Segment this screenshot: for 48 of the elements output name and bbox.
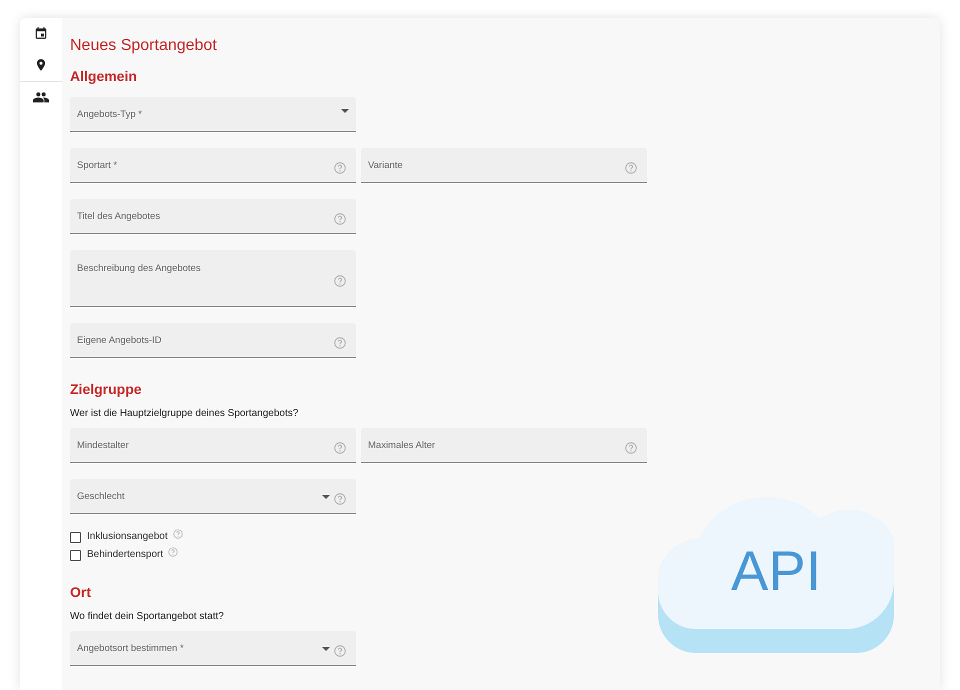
field-label: Variante <box>368 160 403 171</box>
section-heading: Ort <box>70 583 92 601</box>
checkbox[interactable] <box>70 550 81 560</box>
select-field[interactable]: Angebotsort bestimmen * <box>70 631 356 666</box>
people-icon[interactable] <box>33 91 49 103</box>
input-field[interactable]: Titel des Angebotes <box>70 199 356 234</box>
section-heading: Zielgruppe <box>70 380 143 398</box>
api-label: API <box>731 543 822 599</box>
field-label: Maximales Alter <box>368 440 436 451</box>
help-icon[interactable] <box>334 162 346 174</box>
input-field[interactable]: Sportart * <box>70 148 356 183</box>
input-field[interactable]: Variante <box>361 148 647 183</box>
dropdown-caret-icon[interactable] <box>341 109 349 113</box>
help-icon[interactable] <box>625 162 637 174</box>
field-label: Mindestalter <box>77 440 129 451</box>
help-icon[interactable] <box>625 442 637 454</box>
help-icon[interactable] <box>168 547 178 557</box>
field-label: Geschlecht <box>77 491 125 502</box>
help-icon[interactable] <box>334 645 346 657</box>
field-label: Eigene Angebots-ID <box>77 335 162 346</box>
section-heading: Allgemein <box>70 67 138 85</box>
help-icon[interactable] <box>334 275 346 287</box>
field-label: Angebots-Typ * <box>77 109 142 120</box>
textarea-field[interactable]: Beschreibung des Angebotes <box>70 250 356 307</box>
input-field[interactable]: Mindestalter <box>70 428 356 463</box>
dropdown-caret-icon[interactable] <box>322 495 330 499</box>
input-field[interactable]: Eigene Angebots-ID <box>70 323 356 358</box>
select-field[interactable]: Angebots-Typ * <box>70 97 356 132</box>
field-label: Titel des Angebotes <box>77 211 160 222</box>
help-icon[interactable] <box>334 337 346 349</box>
location-pin-icon[interactable] <box>34 58 48 72</box>
input-field[interactable]: Maximales Alter <box>361 428 647 463</box>
section-prompt: Wo findet dein Sportangebot statt? <box>70 611 225 623</box>
checkbox-label: Behindertensport <box>87 549 164 561</box>
field-label: Sportart * <box>77 160 118 171</box>
form-title: Neues Sportangebot <box>70 36 218 56</box>
section-prompt: Wer ist die Hauptzielgruppe deines Sportangebots? <box>70 408 300 420</box>
field-label: Angebotsort bestimmen * <box>77 643 184 654</box>
checkbox[interactable] <box>70 532 81 542</box>
field-label: Beschreibung des Angebotes <box>77 263 201 274</box>
help-icon[interactable] <box>172 529 182 539</box>
help-icon[interactable] <box>334 442 346 454</box>
help-icon[interactable] <box>334 213 346 225</box>
checkbox-label: Inklusionsangebot <box>87 531 168 543</box>
calendar-icon[interactable] <box>34 26 48 40</box>
dropdown-caret-icon[interactable] <box>322 647 330 651</box>
help-icon[interactable] <box>334 493 346 505</box>
select-field[interactable]: Geschlecht <box>70 479 356 514</box>
